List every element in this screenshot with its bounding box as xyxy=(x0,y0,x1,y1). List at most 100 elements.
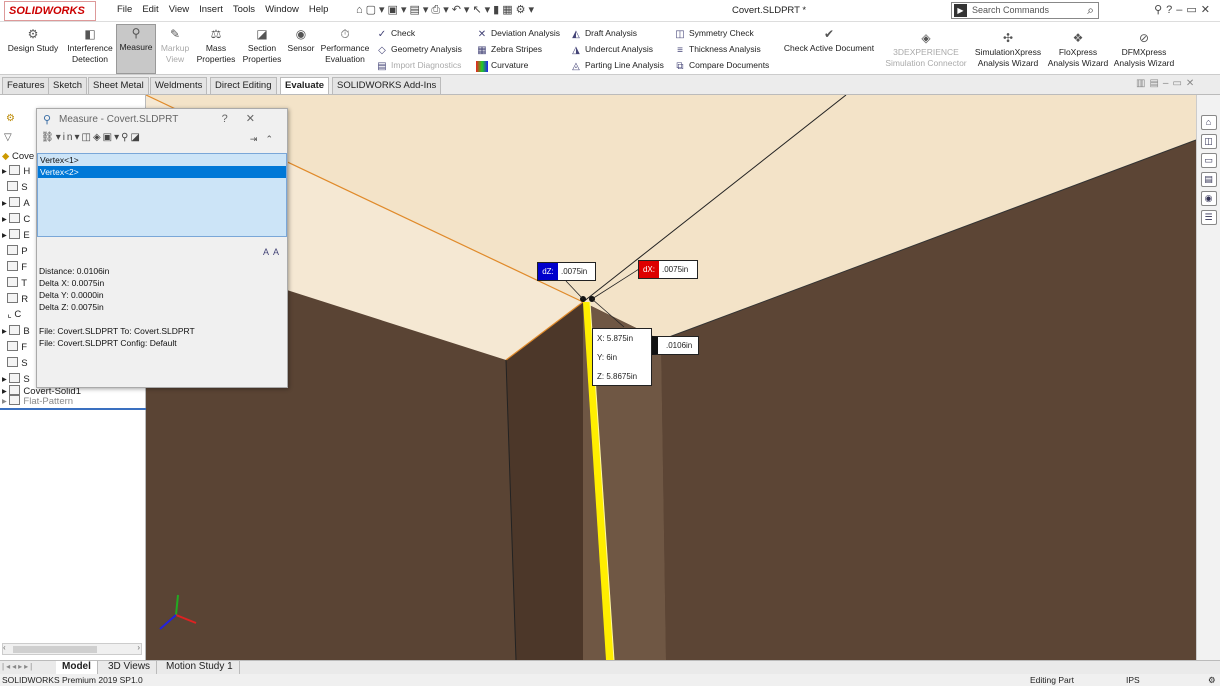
markup-view-button[interactable]: ✎ Markup View xyxy=(158,26,192,65)
tab-sheet-metal[interactable]: Sheet Metal xyxy=(88,77,149,94)
tree-item[interactable]: ▸ C xyxy=(2,213,30,226)
compare-documents-button[interactable]: ⧉ Compare Documents xyxy=(674,59,769,72)
menu-window[interactable]: Window xyxy=(260,4,304,15)
quick-access-toolbar[interactable]: ⌂▢▾▣▾▤▾⎙▾↶▾↖▾▮▦⚙▾ xyxy=(356,3,537,17)
check-button[interactable]: ✓ Check xyxy=(376,27,415,40)
section-properties-button[interactable]: ◪ Section Properties xyxy=(240,26,284,65)
viewport-window-controls[interactable]: ▥▤–▭✕ xyxy=(1136,78,1198,89)
scroll-right-icon[interactable]: › xyxy=(137,643,140,652)
design-study-button[interactable]: ⚙ Design Study xyxy=(2,26,64,54)
tree-item[interactable]: S xyxy=(2,357,28,370)
undercut-analysis-button[interactable]: ◮ Undercut Analysis xyxy=(570,43,653,56)
symmetry-check-button[interactable]: ◫ Symmetry Check xyxy=(674,27,753,40)
floxpress-button[interactable]: ❖ FloXpress Analysis Wizard xyxy=(1046,30,1110,69)
search-icon[interactable]: ⌕ xyxy=(1087,3,1094,18)
dz-callout[interactable]: dZ: .0075in xyxy=(537,262,596,281)
tree-item[interactable]: F xyxy=(2,261,27,274)
measure-dialog[interactable]: ⚲ Measure - Covert.SLDPRT ?✕ ⛓▾in▾◫◈▣▾⚲◪… xyxy=(36,108,288,388)
check-active-document-button[interactable]: ✔ Check Active Document xyxy=(780,26,878,54)
tree-item[interactable]: F xyxy=(2,341,27,354)
dfmxpress-button[interactable]: ⊘ DFMXpress Analysis Wizard xyxy=(1112,30,1176,69)
tab-solidworks-add-ins[interactable]: SOLIDWORKS Add-Ins xyxy=(332,77,442,94)
menu-help[interactable]: Help xyxy=(304,4,334,15)
tree-item[interactable]: ▸ H xyxy=(2,165,30,178)
custom-properties-icon[interactable]: ☰ xyxy=(1200,210,1217,225)
pin-collapse-controls[interactable]: ⇥⌃ xyxy=(250,134,281,145)
check-active-icon: ✔ xyxy=(823,27,835,41)
selection-vertex-2[interactable]: Vertex<2> xyxy=(38,166,286,178)
file-explorer-icon[interactable]: ▭ xyxy=(1200,153,1217,168)
tree-item[interactable]: S xyxy=(2,181,28,194)
tab-weldments[interactable]: Weldments xyxy=(150,77,208,94)
coordinates-callout[interactable]: X: 5.875in Y: 6in Z: 5.8675in xyxy=(592,328,652,386)
title-bar: SOLIDWORKS File Edit View Insert Tools W… xyxy=(0,0,1220,22)
distance-callout[interactable]: .0106in xyxy=(652,336,699,355)
geometry-analysis-icon: ◇ xyxy=(378,45,386,56)
parting-line-icon: ◬ xyxy=(572,61,580,72)
tree-item[interactable]: P xyxy=(2,245,28,258)
window-controls[interactable]: ⚲?–▭✕ xyxy=(1154,3,1214,16)
menu-tools[interactable]: Tools xyxy=(228,4,260,15)
graphics-area[interactable] xyxy=(146,95,1196,660)
tree-root[interactable]: ◆ Cove xyxy=(2,151,34,163)
feature-manager-tab-icon[interactable]: ⚙ xyxy=(6,113,15,124)
menu-file[interactable]: File xyxy=(112,4,137,15)
menu-edit[interactable]: Edit xyxy=(137,4,163,15)
filter-icon[interactable]: ▽ xyxy=(4,132,12,143)
tab-features[interactable]: Features xyxy=(2,77,50,94)
tab-nav-arrows[interactable]: |◂◂▸▸| xyxy=(2,662,34,671)
curvature-button[interactable]: ■Curvature xyxy=(476,59,528,72)
geometry-analysis-button[interactable]: ◇ Geometry Analysis xyxy=(376,43,462,56)
simulationxpress-button[interactable]: ✣ SimulationXpress Analysis Wizard xyxy=(972,30,1044,69)
status-mode: Editing Part xyxy=(1030,675,1074,685)
scrollbar-thumb[interactable] xyxy=(13,646,97,653)
tab-direct-editing[interactable]: Direct Editing xyxy=(210,77,277,94)
zebra-stripes-button[interactable]: ▦ Zebra Stripes xyxy=(476,43,542,56)
font-size-icons[interactable]: AA xyxy=(263,247,283,257)
mass-properties-button[interactable]: ⚖ Mass Properties xyxy=(194,26,238,65)
annotations-icon xyxy=(9,197,21,207)
import-diagnostics-button[interactable]: ▤ Import Diagnostics xyxy=(376,59,461,72)
performance-evaluation-button[interactable]: ⏱ Performance Evaluation xyxy=(318,26,372,65)
status-settings-icon[interactable]: ⚙ xyxy=(1208,674,1216,686)
design-library-icon[interactable]: ◫ xyxy=(1200,134,1217,149)
tree-item[interactable]: R xyxy=(2,293,28,306)
result-file-config: File: Covert.SLDPRT Config: Default xyxy=(39,338,177,348)
solidworks-logo[interactable]: SOLIDWORKS xyxy=(4,1,96,21)
tree-item-flat-pattern[interactable]: ▸ Flat-Pattern xyxy=(2,395,73,408)
tree-item[interactable]: ▸ B xyxy=(2,325,30,338)
deviation-analysis-button[interactable]: ✕ Deviation Analysis xyxy=(476,27,560,40)
menu-insert[interactable]: Insert xyxy=(194,4,228,15)
tree-item[interactable]: T xyxy=(2,277,27,290)
scroll-left-icon[interactable]: ‹ xyxy=(3,643,6,652)
tree-item[interactable]: ⌞ C xyxy=(2,309,21,321)
draft-analysis-button[interactable]: ◭ Draft Analysis xyxy=(570,27,637,40)
menu-view[interactable]: View xyxy=(164,4,194,15)
measure-toolbar[interactable]: ⛓▾in▾◫◈▣▾⚲◪ xyxy=(41,132,142,143)
dialog-controls[interactable]: ?✕ xyxy=(222,112,273,125)
simulationxpress-icon: ✣ xyxy=(1002,31,1014,45)
thickness-analysis-button[interactable]: ≡ Thickness Analysis xyxy=(674,43,761,56)
tree-item[interactable]: ▸ E xyxy=(2,229,30,242)
measure-button[interactable]: ⚲ Measure xyxy=(116,24,156,74)
view-palette-icon[interactable]: ▤ xyxy=(1200,172,1217,187)
selection-vertex-1[interactable]: Vertex<1> xyxy=(38,154,286,166)
tab-model[interactable]: Model xyxy=(56,661,98,674)
dx-callout[interactable]: dX: .0075in xyxy=(638,260,698,279)
sensor-button[interactable]: ◉ Sensor xyxy=(286,26,316,54)
3dexperience-simulation-connector-button[interactable]: ◈ 3DEXPERIENCE Simulation Connector xyxy=(882,30,970,69)
tree-item[interactable]: ▸ A xyxy=(2,197,30,210)
tree-horizontal-scrollbar[interactable]: ‹ › xyxy=(2,643,142,655)
search-commands-input[interactable]: ▶ Search Commands ⌕ xyxy=(951,2,1099,19)
status-units[interactable]: IPS xyxy=(1126,674,1140,686)
tab-sketch[interactable]: Sketch xyxy=(48,77,88,94)
home-icon[interactable]: ⌂ xyxy=(1200,115,1217,130)
tab-3d-views[interactable]: 3D Views xyxy=(102,661,158,674)
interference-detection-button[interactable]: ◧ Interference Detection xyxy=(66,26,114,65)
tab-evaluate[interactable]: Evaluate xyxy=(280,77,330,94)
selection-list[interactable]: Vertex<1> Vertex<2> xyxy=(37,153,287,237)
tab-motion-study-1[interactable]: Motion Study 1 xyxy=(160,661,240,674)
parting-line-analysis-button[interactable]: ◬ Parting Line Analysis xyxy=(570,59,664,72)
rollback-bar[interactable] xyxy=(0,408,146,410)
appearances-icon[interactable]: ◉ xyxy=(1200,191,1217,206)
